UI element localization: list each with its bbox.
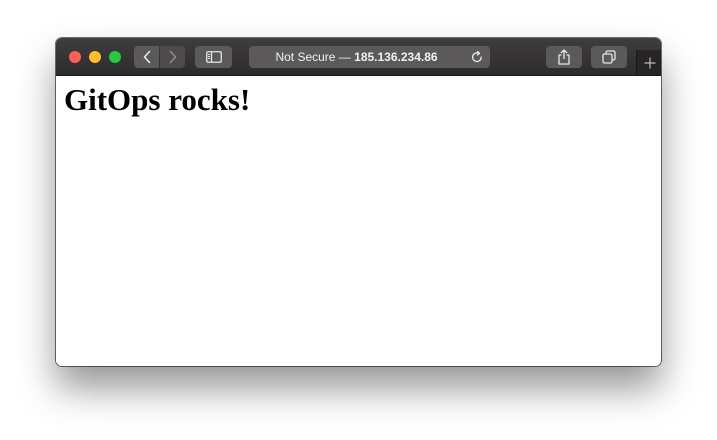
show-all-tabs-button[interactable] [591, 46, 627, 68]
host-address: 185.136.234.86 [354, 50, 438, 64]
address-text: Not Secure — 185.136.234.86 [249, 46, 464, 68]
plus-icon [644, 57, 655, 68]
address-bar[interactable]: Not Secure — 185.136.234.86 [249, 46, 490, 68]
address-separator: — [335, 50, 355, 64]
chevron-right-icon [169, 50, 176, 64]
reload-icon[interactable] [469, 49, 485, 65]
security-label: Not Secure [275, 50, 336, 64]
maximize-window-button[interactable] [109, 51, 121, 63]
forward-button[interactable] [160, 46, 185, 68]
new-tab-button[interactable] [636, 50, 661, 75]
minimize-window-button[interactable] [89, 51, 101, 63]
tabs-icon [602, 50, 616, 64]
sidebar-icon [205, 51, 222, 63]
browser-window: Not Secure — 185.136.234.86 GitOps rocks… [56, 38, 661, 366]
share-icon [558, 49, 570, 65]
back-button[interactable] [134, 46, 159, 68]
browser-toolbar: Not Secure — 185.136.234.86 [56, 38, 661, 76]
show-sidebar-button[interactable] [195, 46, 232, 68]
page-heading: GitOps rocks! [64, 82, 251, 117]
share-button[interactable] [546, 46, 582, 68]
page-content: GitOps rocks! [56, 76, 661, 366]
chevron-left-icon [143, 50, 150, 64]
close-window-button[interactable] [69, 51, 81, 63]
